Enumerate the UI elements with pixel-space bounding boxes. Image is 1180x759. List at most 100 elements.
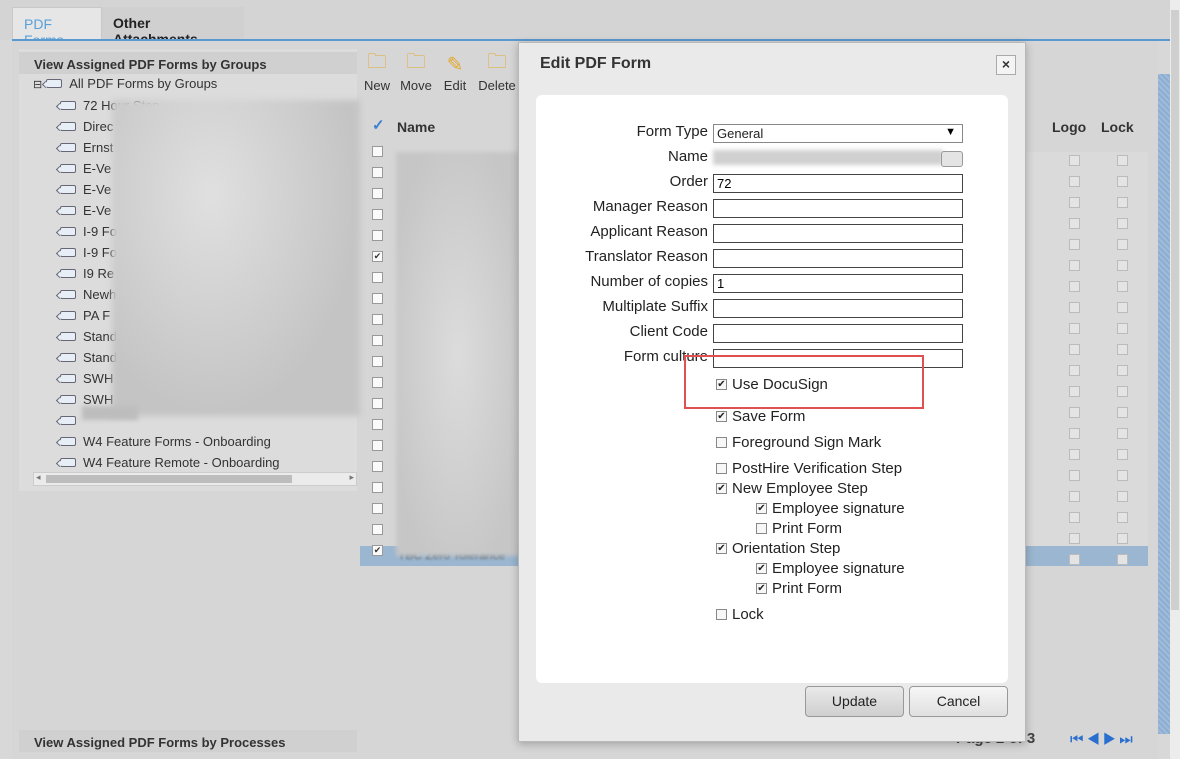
row-checkbox[interactable] bbox=[372, 146, 383, 157]
last-page-icon[interactable]: ⏭ bbox=[1119, 731, 1136, 748]
lock-checkbox[interactable] bbox=[1117, 218, 1128, 229]
name-picker-button[interactable] bbox=[941, 151, 963, 167]
scroll-right-icon[interactable]: ▸ bbox=[349, 472, 354, 483]
close-button[interactable]: × bbox=[996, 55, 1016, 75]
lock-checkbox[interactable] bbox=[1117, 281, 1128, 292]
lock-checkbox[interactable] bbox=[1117, 470, 1128, 481]
checkbox-box[interactable]: ✔ bbox=[756, 503, 767, 514]
row-checkbox[interactable] bbox=[372, 482, 383, 493]
logo-checkbox[interactable] bbox=[1069, 239, 1080, 250]
row-checkbox[interactable] bbox=[372, 377, 383, 388]
row-checkbox[interactable] bbox=[372, 398, 383, 409]
grid-column-logo[interactable]: Logo bbox=[1052, 119, 1086, 135]
lock-checkbox[interactable] bbox=[1117, 155, 1128, 166]
edit-button[interactable]: ✎ Edit bbox=[436, 50, 474, 96]
row-checkbox[interactable] bbox=[372, 356, 383, 367]
select-all-check-icon[interactable]: ✓ bbox=[372, 116, 385, 134]
orient-print-checkbox[interactable]: ✔ Print Form bbox=[756, 580, 842, 597]
row-checkbox[interactable] bbox=[372, 209, 383, 220]
tree-item[interactable]: W4 Feature Remote - Onboarding bbox=[60, 452, 280, 473]
row-checkbox[interactable]: ✔ bbox=[372, 251, 383, 262]
name-input[interactable] bbox=[713, 150, 943, 165]
logo-checkbox[interactable] bbox=[1069, 449, 1080, 460]
logo-checkbox[interactable] bbox=[1069, 323, 1080, 334]
delete-button[interactable]: 🗀 Delete bbox=[475, 50, 519, 96]
tab-other-attachments[interactable]: Other Attachments bbox=[102, 7, 244, 47]
row-checkbox[interactable] bbox=[372, 230, 383, 241]
logo-checkbox[interactable] bbox=[1069, 407, 1080, 418]
row-checkbox[interactable] bbox=[372, 272, 383, 283]
logo-checkbox[interactable] bbox=[1069, 365, 1080, 376]
row-checkbox[interactable] bbox=[372, 503, 383, 514]
logo-checkbox[interactable] bbox=[1069, 428, 1080, 439]
order-input[interactable] bbox=[713, 174, 963, 193]
new-emp-print-checkbox[interactable]: Print Form bbox=[756, 520, 842, 537]
save-form-checkbox[interactable]: ✔ Save Form bbox=[716, 408, 805, 425]
row-checkbox[interactable] bbox=[372, 188, 383, 199]
logo-checkbox[interactable] bbox=[1069, 260, 1080, 271]
lock-checkbox[interactable] bbox=[1117, 344, 1128, 355]
groups-panel-header[interactable]: View Assigned PDF Forms by Groups bbox=[19, 52, 357, 74]
logo-checkbox[interactable] bbox=[1069, 386, 1080, 397]
lock-checkbox[interactable] bbox=[1117, 428, 1128, 439]
number-of-copies-input[interactable] bbox=[713, 274, 963, 293]
logo-checkbox[interactable] bbox=[1069, 155, 1080, 166]
collapse-icon[interactable]: ⊟ bbox=[33, 79, 42, 91]
lock-checkbox[interactable] bbox=[1117, 554, 1128, 565]
applicant-reason-input[interactable] bbox=[713, 224, 963, 243]
scroll-left-icon[interactable]: ◂ bbox=[36, 472, 41, 483]
orientation-step-checkbox[interactable]: ✔ Orientation Step bbox=[716, 540, 840, 557]
row-checkbox[interactable] bbox=[372, 167, 383, 178]
lock-checkbox[interactable] bbox=[1117, 407, 1128, 418]
tree-root[interactable]: ⊟ All PDF Forms by Groups bbox=[33, 76, 217, 91]
checkbox-box[interactable] bbox=[716, 437, 727, 448]
logo-checkbox[interactable] bbox=[1069, 281, 1080, 292]
logo-checkbox[interactable] bbox=[1069, 218, 1080, 229]
grid-column-lock[interactable]: Lock bbox=[1101, 119, 1134, 135]
lock-checkbox[interactable] bbox=[1117, 302, 1128, 313]
first-page-icon[interactable]: ⏮ bbox=[1070, 731, 1087, 748]
orient-signature-checkbox[interactable]: ✔ Employee signature bbox=[756, 560, 905, 577]
row-checkbox[interactable]: ✔ bbox=[372, 545, 383, 556]
lock-checkbox[interactable] bbox=[1117, 491, 1128, 502]
lock-checkbox[interactable] bbox=[1117, 176, 1128, 187]
tab-pdf-forms[interactable]: PDF Forms bbox=[12, 7, 102, 48]
prev-page-icon[interactable]: ◀ bbox=[1087, 731, 1103, 748]
row-checkbox[interactable] bbox=[372, 524, 383, 535]
lock-checkbox[interactable] bbox=[1117, 239, 1128, 250]
logo-checkbox[interactable] bbox=[1069, 554, 1080, 565]
logo-checkbox[interactable] bbox=[1069, 302, 1080, 313]
checkbox-box[interactable] bbox=[716, 609, 727, 620]
row-checkbox[interactable] bbox=[372, 440, 383, 451]
lock-checkbox[interactable]: Lock bbox=[716, 606, 764, 623]
new-employee-step-checkbox[interactable]: ✔ New Employee Step bbox=[716, 480, 868, 497]
form-type-select[interactable]: General ▼ bbox=[713, 124, 963, 143]
logo-checkbox[interactable] bbox=[1069, 533, 1080, 544]
processes-panel-header[interactable]: View Assigned PDF Forms by Processes bbox=[19, 730, 357, 752]
lock-checkbox[interactable] bbox=[1117, 449, 1128, 460]
row-checkbox[interactable] bbox=[372, 461, 383, 472]
row-checkbox[interactable] bbox=[372, 314, 383, 325]
checkbox-box[interactable]: ✔ bbox=[716, 483, 727, 494]
new-button[interactable]: 🗀 New bbox=[358, 50, 396, 96]
scroll-thumb[interactable] bbox=[46, 475, 292, 483]
lock-checkbox[interactable] bbox=[1117, 386, 1128, 397]
next-page-icon[interactable]: ▶ bbox=[1103, 731, 1119, 748]
logo-checkbox[interactable] bbox=[1069, 197, 1080, 208]
new-emp-signature-checkbox[interactable]: ✔ Employee signature bbox=[756, 500, 905, 517]
cancel-button[interactable]: Cancel bbox=[909, 686, 1008, 717]
row-checkbox[interactable] bbox=[372, 335, 383, 346]
logo-checkbox[interactable] bbox=[1069, 512, 1080, 523]
checkbox-box[interactable]: ✔ bbox=[716, 543, 727, 554]
row-checkbox[interactable] bbox=[372, 293, 383, 304]
tree-item[interactable]: W4 Feature Forms - Onboarding bbox=[60, 431, 280, 452]
logo-checkbox[interactable] bbox=[1069, 491, 1080, 502]
checkbox-box[interactable]: ✔ bbox=[756, 563, 767, 574]
checkbox-box[interactable] bbox=[756, 523, 767, 534]
checkbox-box[interactable]: ✔ bbox=[756, 583, 767, 594]
update-button[interactable]: Update bbox=[805, 686, 904, 717]
manager-reason-input[interactable] bbox=[713, 199, 963, 218]
page-scrollbar[interactable] bbox=[1170, 0, 1180, 759]
logo-checkbox[interactable] bbox=[1069, 176, 1080, 187]
lock-checkbox[interactable] bbox=[1117, 365, 1128, 376]
